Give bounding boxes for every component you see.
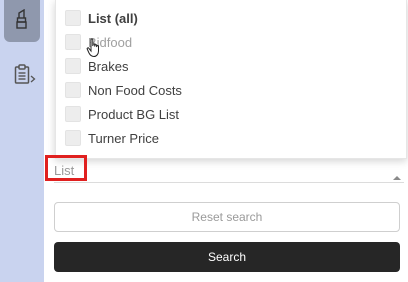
checkbox[interactable] <box>65 130 81 146</box>
lipstick-icon <box>15 8 29 34</box>
option-label: Turner Price <box>88 130 160 146</box>
option-label: List (all) <box>88 10 138 26</box>
checkbox[interactable] <box>65 10 81 26</box>
dropdown-option-non-food-costs[interactable]: Non Food Costs <box>56 78 406 102</box>
dropdown-option-bidfood[interactable]: Bidfood <box>56 30 406 54</box>
reset-search-button[interactable]: Reset search <box>54 202 400 232</box>
checkbox[interactable] <box>65 82 81 98</box>
hand-cursor-icon <box>86 38 102 63</box>
list-select[interactable]: List <box>54 158 404 183</box>
dropdown-option-turner-price[interactable]: Turner Price <box>56 126 406 150</box>
dropdown-option-list-all[interactable]: List (all) <box>56 6 406 30</box>
sidebar <box>0 0 44 282</box>
search-button[interactable]: Search <box>54 242 400 272</box>
caret-up-icon[interactable] <box>392 168 402 186</box>
sidebar-item-active[interactable] <box>4 0 40 42</box>
chevron-right-icon <box>30 70 36 88</box>
dropdown-option-product-bg-list[interactable]: Product BG List <box>56 102 406 126</box>
checkbox[interactable] <box>65 34 81 50</box>
list-dropdown-menu: List (all) Bidfood Brakes Non Food Costs… <box>55 0 407 159</box>
option-label: Product BG List <box>88 106 180 122</box>
clipboard-icon <box>14 63 30 89</box>
highlight-annotation <box>45 155 87 181</box>
checkbox[interactable] <box>65 106 81 122</box>
checkbox[interactable] <box>65 58 81 74</box>
dropdown-option-brakes[interactable]: Brakes <box>56 54 406 78</box>
option-label: Non Food Costs <box>88 82 182 98</box>
